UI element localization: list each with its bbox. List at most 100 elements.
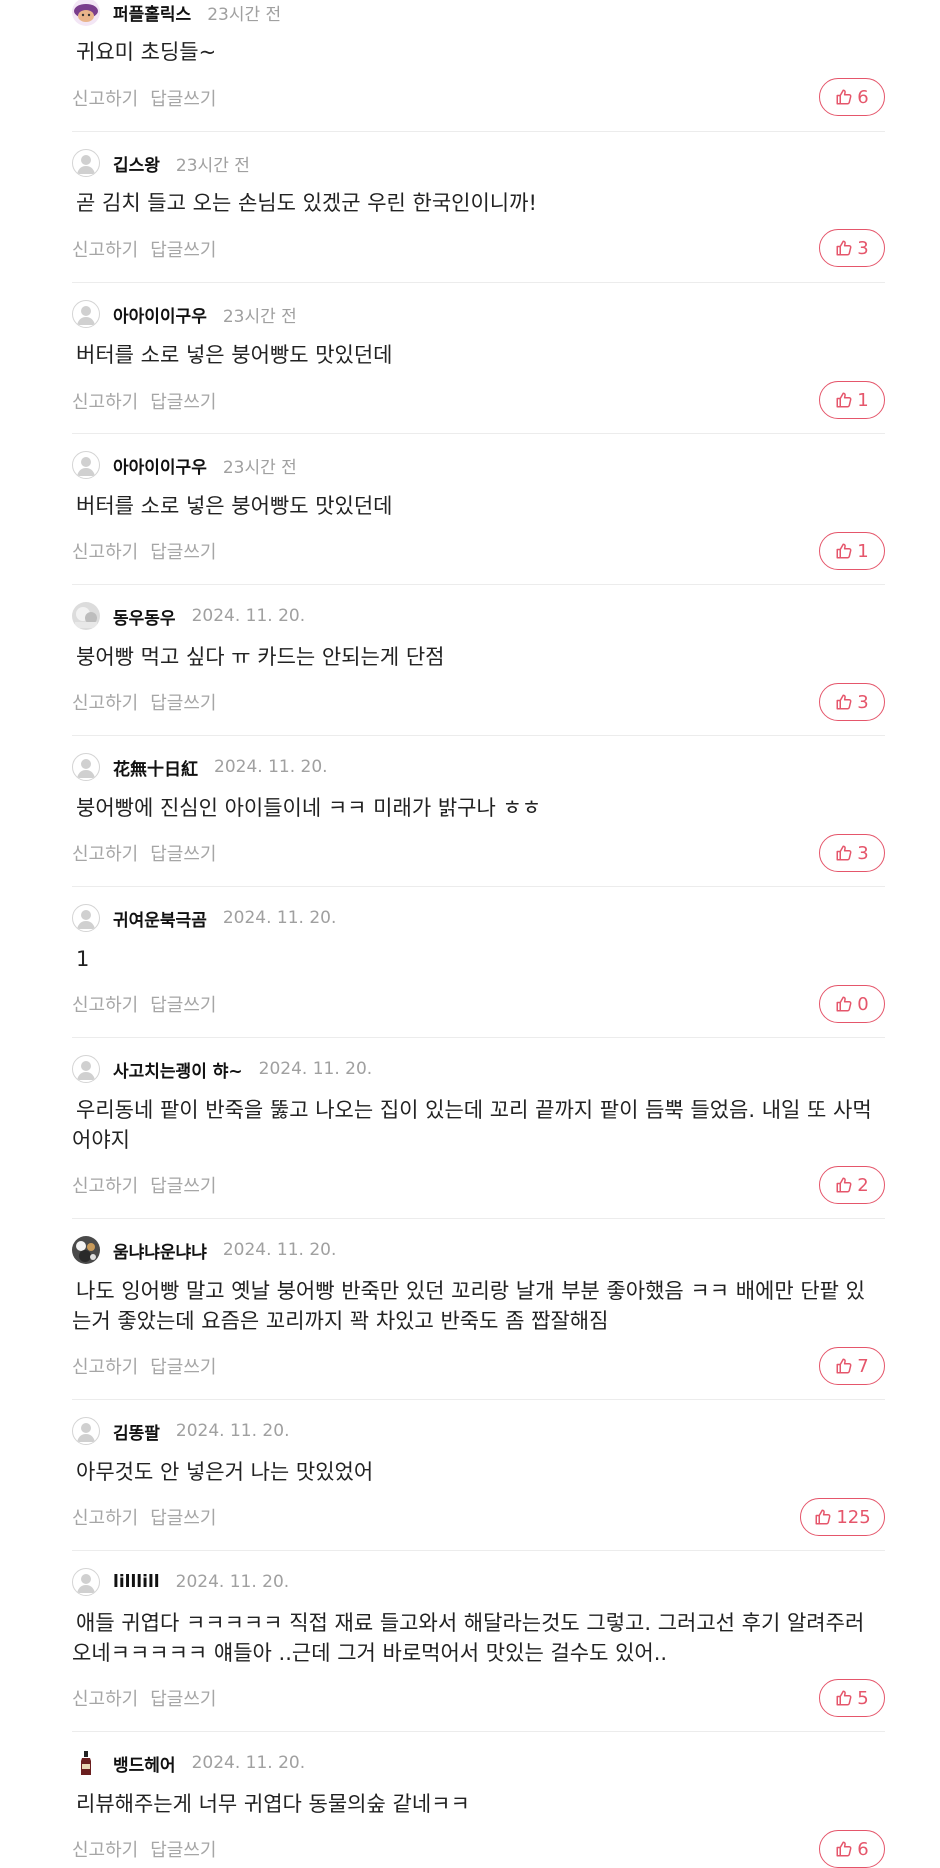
thumbs-up-icon: [835, 239, 857, 257]
reply-button[interactable]: 답글쓰기: [150, 1172, 216, 1198]
avatar[interactable]: [72, 1236, 100, 1264]
comment-timestamp: 2024. 11. 20.: [175, 1572, 290, 1592]
reply-button[interactable]: 답글쓰기: [150, 388, 216, 414]
comment-timestamp: 2024. 11. 20.: [214, 757, 328, 777]
thumbs-up-icon: [835, 1176, 857, 1194]
comment-item: 움냐냐운냐냐 2024. 11. 20. 나도 잉어빵 말고 옛날 붕어빵 반죽만 …: [72, 1218, 885, 1399]
comment-actions: 신고하기 답글쓰기: [72, 840, 217, 866]
comment-timestamp: 2024. 11. 20.: [258, 1059, 373, 1079]
reply-button[interactable]: 답글쓰기: [150, 1504, 216, 1530]
comment-author[interactable]: 퍼플홀릭스: [113, 0, 191, 25]
report-button[interactable]: 신고하기: [72, 1504, 138, 1530]
avatar[interactable]: [72, 0, 100, 26]
reply-button[interactable]: 답글쓰기: [150, 1353, 216, 1379]
like-button[interactable]: 1: [819, 381, 885, 419]
like-count: 5: [857, 1687, 869, 1709]
thumbs-up-icon: [835, 844, 857, 862]
comment-item: 花無十日紅 2024. 11. 20. 붕어빵에 진심인 아이들이네 ㅋㅋ 미래가 …: [72, 735, 885, 886]
like-count: 3: [857, 237, 869, 259]
comment-author[interactable]: 움냐냐운냐냐: [113, 1238, 207, 1263]
comment-timestamp: 23시간 전: [207, 4, 282, 25]
report-button[interactable]: 신고하기: [72, 1836, 138, 1862]
comment-text: 우리동네 팥이 반죽을 뚫고 나오는 집이 있는데 꼬리 끝까지 팥이 듬뿍 들…: [72, 1098, 872, 1152]
like-button[interactable]: 6: [819, 78, 885, 116]
report-button[interactable]: 신고하기: [72, 1172, 138, 1198]
like-button[interactable]: 5: [819, 1679, 885, 1717]
avatar[interactable]: [72, 1749, 100, 1777]
comment-timestamp: 2024. 11. 20.: [191, 1753, 306, 1773]
comment-actions: 신고하기 답글쓰기: [72, 236, 217, 262]
comment-author[interactable]: 아아이이구우: [113, 453, 207, 478]
report-button[interactable]: 신고하기: [72, 388, 138, 414]
comment-author[interactable]: 뱅드헤어: [113, 1751, 176, 1776]
reply-button[interactable]: 답글쓰기: [150, 538, 216, 564]
comment-author[interactable]: lilllill: [113, 1572, 160, 1592]
reply-button[interactable]: 답글쓰기: [150, 1685, 216, 1711]
comment-text: 애들 귀엽다 ㅋㅋㅋㅋㅋ 직접 재료 들고와서 해달라는것도 그렇고. 그러고선…: [72, 1611, 865, 1665]
reply-button[interactable]: 답글쓰기: [150, 85, 216, 111]
comment-author[interactable]: 사고치는괭이 햐~: [113, 1057, 243, 1082]
report-button[interactable]: 신고하기: [72, 1685, 138, 1711]
comment-text: 붕어빵에 진심인 아이들이네 ㅋㅋ 미래가 밝구나 ㅎㅎ: [76, 796, 542, 820]
comment-text: 리뷰해주는게 너무 귀엽다 동물의숲 같네ㅋㅋ: [76, 1792, 470, 1816]
default-avatar-icon[interactable]: [72, 1417, 100, 1445]
comment-author[interactable]: 김똥팔: [113, 1419, 160, 1444]
report-button[interactable]: 신고하기: [72, 236, 138, 262]
comment-author[interactable]: 동우동우: [113, 604, 176, 629]
thumbs-up-icon: [835, 542, 857, 560]
avatar[interactable]: [72, 602, 100, 630]
comment-timestamp: 2024. 11. 20.: [222, 908, 337, 928]
report-button[interactable]: 신고하기: [72, 1353, 138, 1379]
like-count: 3: [857, 691, 869, 713]
like-button[interactable]: 2: [819, 1166, 885, 1204]
like-button[interactable]: 6: [819, 1830, 885, 1868]
report-button[interactable]: 신고하기: [72, 991, 138, 1017]
comment-header: 사고치는괭이 햐~ 2024. 11. 20.: [72, 1054, 372, 1084]
default-avatar-icon[interactable]: [72, 1568, 100, 1596]
default-avatar-icon[interactable]: [72, 451, 100, 479]
default-avatar-icon[interactable]: [72, 904, 100, 932]
comment-author[interactable]: 아아이이구우: [113, 302, 207, 327]
like-button[interactable]: 3: [819, 683, 885, 721]
default-avatar-icon[interactable]: [72, 149, 100, 177]
reply-button[interactable]: 답글쓰기: [150, 991, 216, 1017]
comment-author[interactable]: 깁스왕: [113, 151, 160, 176]
report-button[interactable]: 신고하기: [72, 85, 138, 111]
reply-button[interactable]: 답글쓰기: [150, 840, 216, 866]
comment-header: lilllill 2024. 11. 20.: [72, 1567, 289, 1597]
like-button[interactable]: 1: [819, 532, 885, 570]
comment-text: 곧 김치 들고 오는 손님도 있겠군 우린 한국인이니까!: [76, 191, 537, 215]
default-avatar-icon[interactable]: [72, 300, 100, 328]
reply-button[interactable]: 답글쓰기: [150, 689, 216, 715]
thumbs-up-icon: [835, 88, 857, 106]
like-button[interactable]: 7: [819, 1347, 885, 1385]
like-count: 2: [857, 1174, 869, 1196]
comment-actions: 신고하기 답글쓰기: [72, 689, 217, 715]
comment-header: 깁스왕 23시간 전: [72, 148, 250, 178]
comment-item: 아아이이구우 23시간 전버터를 소로 넣은 붕어빵도 맛있던데신고하기 답글쓰기 1: [72, 433, 885, 584]
comment-author[interactable]: 귀여운북극곰: [113, 906, 207, 931]
comment-timestamp: 23시간 전: [222, 457, 297, 478]
like-count: 125: [836, 1506, 871, 1528]
comment-item: lilllill 2024. 11. 20. 애들 귀엽다 ㅋㅋㅋㅋㅋ 직접 재료 …: [72, 1550, 885, 1731]
reply-button[interactable]: 답글쓰기: [150, 1836, 216, 1862]
reply-button[interactable]: 답글쓰기: [150, 236, 216, 262]
like-count: 6: [857, 86, 869, 108]
report-button[interactable]: 신고하기: [72, 840, 138, 866]
default-avatar-icon[interactable]: [72, 1055, 100, 1083]
report-button[interactable]: 신고하기: [72, 538, 138, 564]
report-button[interactable]: 신고하기: [72, 689, 138, 715]
default-avatar-icon[interactable]: [72, 753, 100, 781]
thumbs-up-icon: [835, 995, 857, 1013]
comment-header: 김똥팔 2024. 11. 20.: [72, 1416, 289, 1446]
comment-author[interactable]: 花無十日紅: [113, 755, 198, 780]
like-button[interactable]: 125: [800, 1498, 885, 1536]
like-count: 6: [857, 1838, 869, 1860]
comment-header: 아아이이구우 23시간 전: [72, 299, 297, 329]
comment-text: 버터를 소로 넣은 붕어빵도 맛있던데: [76, 494, 393, 518]
like-button[interactable]: 0: [819, 985, 885, 1023]
like-count: 1: [857, 540, 869, 562]
like-button[interactable]: 3: [819, 229, 885, 267]
like-button[interactable]: 3: [819, 834, 885, 872]
comment-header: 아아이이구우 23시간 전: [72, 450, 297, 480]
